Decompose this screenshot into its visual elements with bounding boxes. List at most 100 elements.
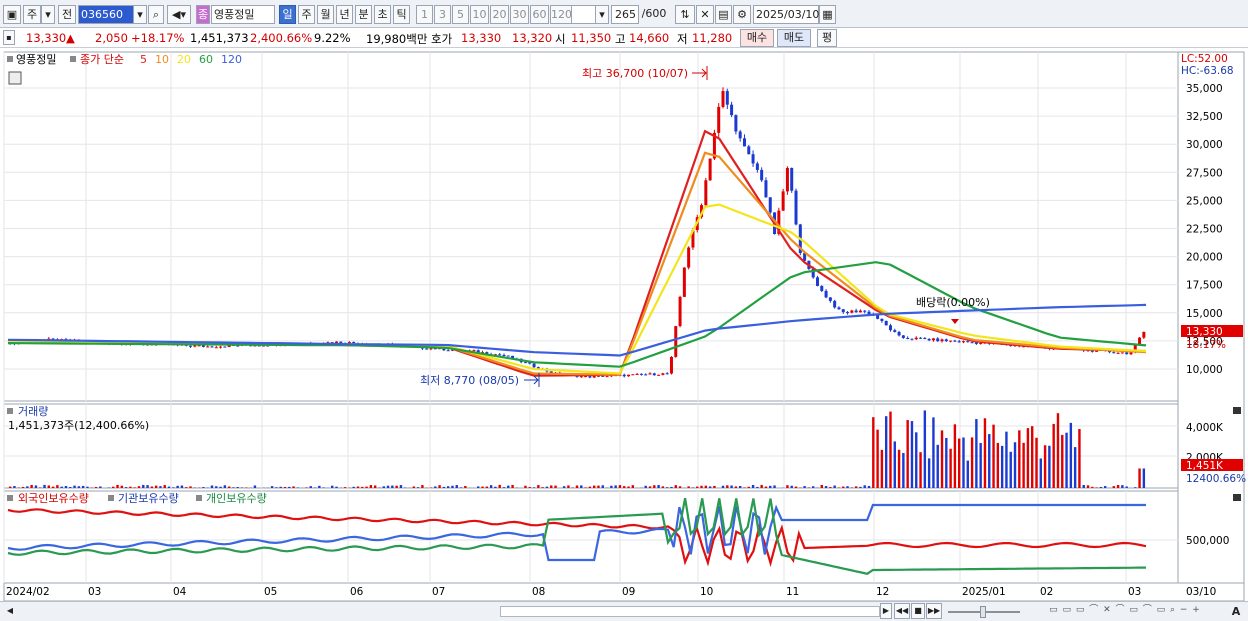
legend-marker-icon xyxy=(70,56,76,62)
search-icon[interactable]: ⌕ xyxy=(148,5,164,24)
drawing-tools-icon[interactable]: ▭ ▭ ▭ ⌒ ✕ ⌒ ▭ ⌒ ▭ ⌕ − + xyxy=(1025,603,1225,619)
candle-body xyxy=(657,374,661,376)
interval-tab-10[interactable]: 10 xyxy=(470,5,489,24)
price-tick: 25,000 xyxy=(1186,195,1223,207)
scroll-left-icon[interactable]: ◀ xyxy=(4,604,16,619)
candle-body xyxy=(824,290,828,298)
price-change: 2,050 xyxy=(95,31,128,45)
volume-bar xyxy=(764,486,768,488)
crosshair-icon[interactable]: ✕ xyxy=(696,5,714,24)
volume-bar xyxy=(489,485,493,488)
volume-bar xyxy=(511,484,514,488)
volume-bar xyxy=(880,449,884,488)
period-tab-2[interactable]: 월 xyxy=(317,5,334,24)
candle-body xyxy=(927,338,931,341)
fast-forward-icon[interactable]: ▶▶ xyxy=(926,603,942,619)
period-tab-5[interactable]: 초 xyxy=(374,5,391,24)
bid-price: 13,320 xyxy=(512,31,553,45)
period-tab-0[interactable]: 일 xyxy=(279,5,296,24)
volume-bar xyxy=(876,429,879,488)
x-tick: 06 xyxy=(350,586,364,598)
candle-body xyxy=(592,375,596,378)
scroll-bar[interactable]: ◀ ▶ ◀◀ ■ ▶▶ ▭ ▭ ▭ ⌒ ✕ ⌒ ▭ ⌒ ▭ ⌕ − + A xyxy=(0,601,1248,621)
holding-panel-close-icon[interactable] xyxy=(1233,494,1241,501)
low-label: 저 xyxy=(677,32,688,46)
candle-body xyxy=(472,350,476,352)
volume-bar xyxy=(554,485,557,488)
date-input[interactable]: 2025/03/10 xyxy=(753,5,819,24)
volume-bar xyxy=(86,486,89,488)
interval-dropdown-icon[interactable]: ▾ xyxy=(595,5,609,24)
volume-bar xyxy=(1091,486,1094,488)
candle-body xyxy=(961,341,965,343)
period-tab-3[interactable]: 년 xyxy=(336,5,353,24)
volume-bar xyxy=(833,485,836,488)
interval-tab-120[interactable]: 120 xyxy=(550,5,572,24)
volume-bar xyxy=(1052,423,1055,488)
interval-tab-1[interactable]: 1 xyxy=(416,5,433,24)
buy-button[interactable]: 매수 xyxy=(740,29,774,47)
interval-tab-60[interactable]: 60 xyxy=(530,5,549,24)
volume-panel-close-icon[interactable] xyxy=(1233,407,1241,414)
table-toggle-icon[interactable] xyxy=(8,71,22,85)
volume-bar xyxy=(253,485,257,488)
candle-body xyxy=(425,348,429,350)
scroll-right-icon[interactable]: ▶ xyxy=(880,603,892,619)
candle-body xyxy=(910,338,914,340)
period-tab-6[interactable]: 틱 xyxy=(393,5,410,24)
candle-body xyxy=(627,374,631,377)
code-dropdown-icon[interactable]: ▾ xyxy=(133,5,147,24)
candle-body xyxy=(579,376,583,378)
stock-type-badge: 종 xyxy=(196,5,210,24)
interval-tab-3[interactable]: 3 xyxy=(434,5,451,24)
volume-bar xyxy=(532,487,536,488)
x-tick: 10 xyxy=(700,586,713,598)
x-tick: 03 xyxy=(1128,586,1141,598)
candle-body xyxy=(446,350,450,352)
settings-gear-icon[interactable]: ⚙ xyxy=(733,5,751,24)
chart-menu-icon[interactable]: ▣ xyxy=(3,5,21,24)
candle-body xyxy=(974,342,978,344)
volume-bar xyxy=(631,485,635,488)
scroll-thumb[interactable] xyxy=(500,606,880,617)
stop-icon[interactable]: ■ xyxy=(911,603,925,619)
speaker-icon[interactable]: ◀▾ xyxy=(167,5,191,24)
volume-bar xyxy=(116,484,119,488)
quote-toggle-icon[interactable]: ▪ xyxy=(3,30,15,45)
volume-bar xyxy=(893,441,896,488)
rewind-icon[interactable]: ◀◀ xyxy=(894,603,910,619)
interval-tab-20[interactable]: 20 xyxy=(490,5,509,24)
volume-bar xyxy=(296,487,300,488)
volume-bar xyxy=(618,485,622,488)
volume-bar xyxy=(1104,486,1107,488)
zoom-slider-thumb[interactable] xyxy=(980,606,986,618)
market-button[interactable]: 주 xyxy=(23,5,41,24)
low-price: 11,280 xyxy=(692,31,733,45)
volume-bar xyxy=(794,486,798,488)
volume-bar xyxy=(627,486,630,488)
calendar-icon[interactable]: ▦ xyxy=(819,5,836,24)
stock-code-input[interactable]: 036560 xyxy=(78,5,134,24)
period-tab-4[interactable]: 분 xyxy=(355,5,372,24)
volume-bar xyxy=(365,486,368,488)
chart-type-icon[interactable]: ⇅ xyxy=(675,5,695,24)
stock-chart[interactable]: 35,000 32,500 30,000 27,500 25,000 22,500 20,0… xyxy=(0,48,1248,603)
prev-button[interactable]: 전 xyxy=(58,5,76,24)
eval-button[interactable]: 평 xyxy=(817,29,837,47)
candle-body xyxy=(661,373,665,375)
sell-button[interactable]: 매도 xyxy=(777,29,811,47)
data-count-input[interactable]: 265 xyxy=(611,5,639,24)
interval-tab-30[interactable]: 30 xyxy=(510,5,529,24)
candle-body xyxy=(635,373,639,375)
legend-ma-label: 종가 단순 xyxy=(80,53,124,66)
volume-bar xyxy=(146,485,149,488)
market-dropdown-icon[interactable]: ▾ xyxy=(41,5,55,24)
save-icon[interactable]: ▤ xyxy=(715,5,732,24)
price-tick: 27,500 xyxy=(1186,167,1223,179)
interval-tab-5[interactable]: 5 xyxy=(452,5,469,24)
stock-name-field[interactable]: 영풍정밀 xyxy=(211,5,275,24)
price-change-pct: +18.17% xyxy=(131,31,185,45)
high-annotation: 최고 36,700 (10/07) xyxy=(582,67,688,80)
font-size-icon[interactable]: A xyxy=(1228,603,1244,619)
period-tab-1[interactable]: 주 xyxy=(298,5,315,24)
